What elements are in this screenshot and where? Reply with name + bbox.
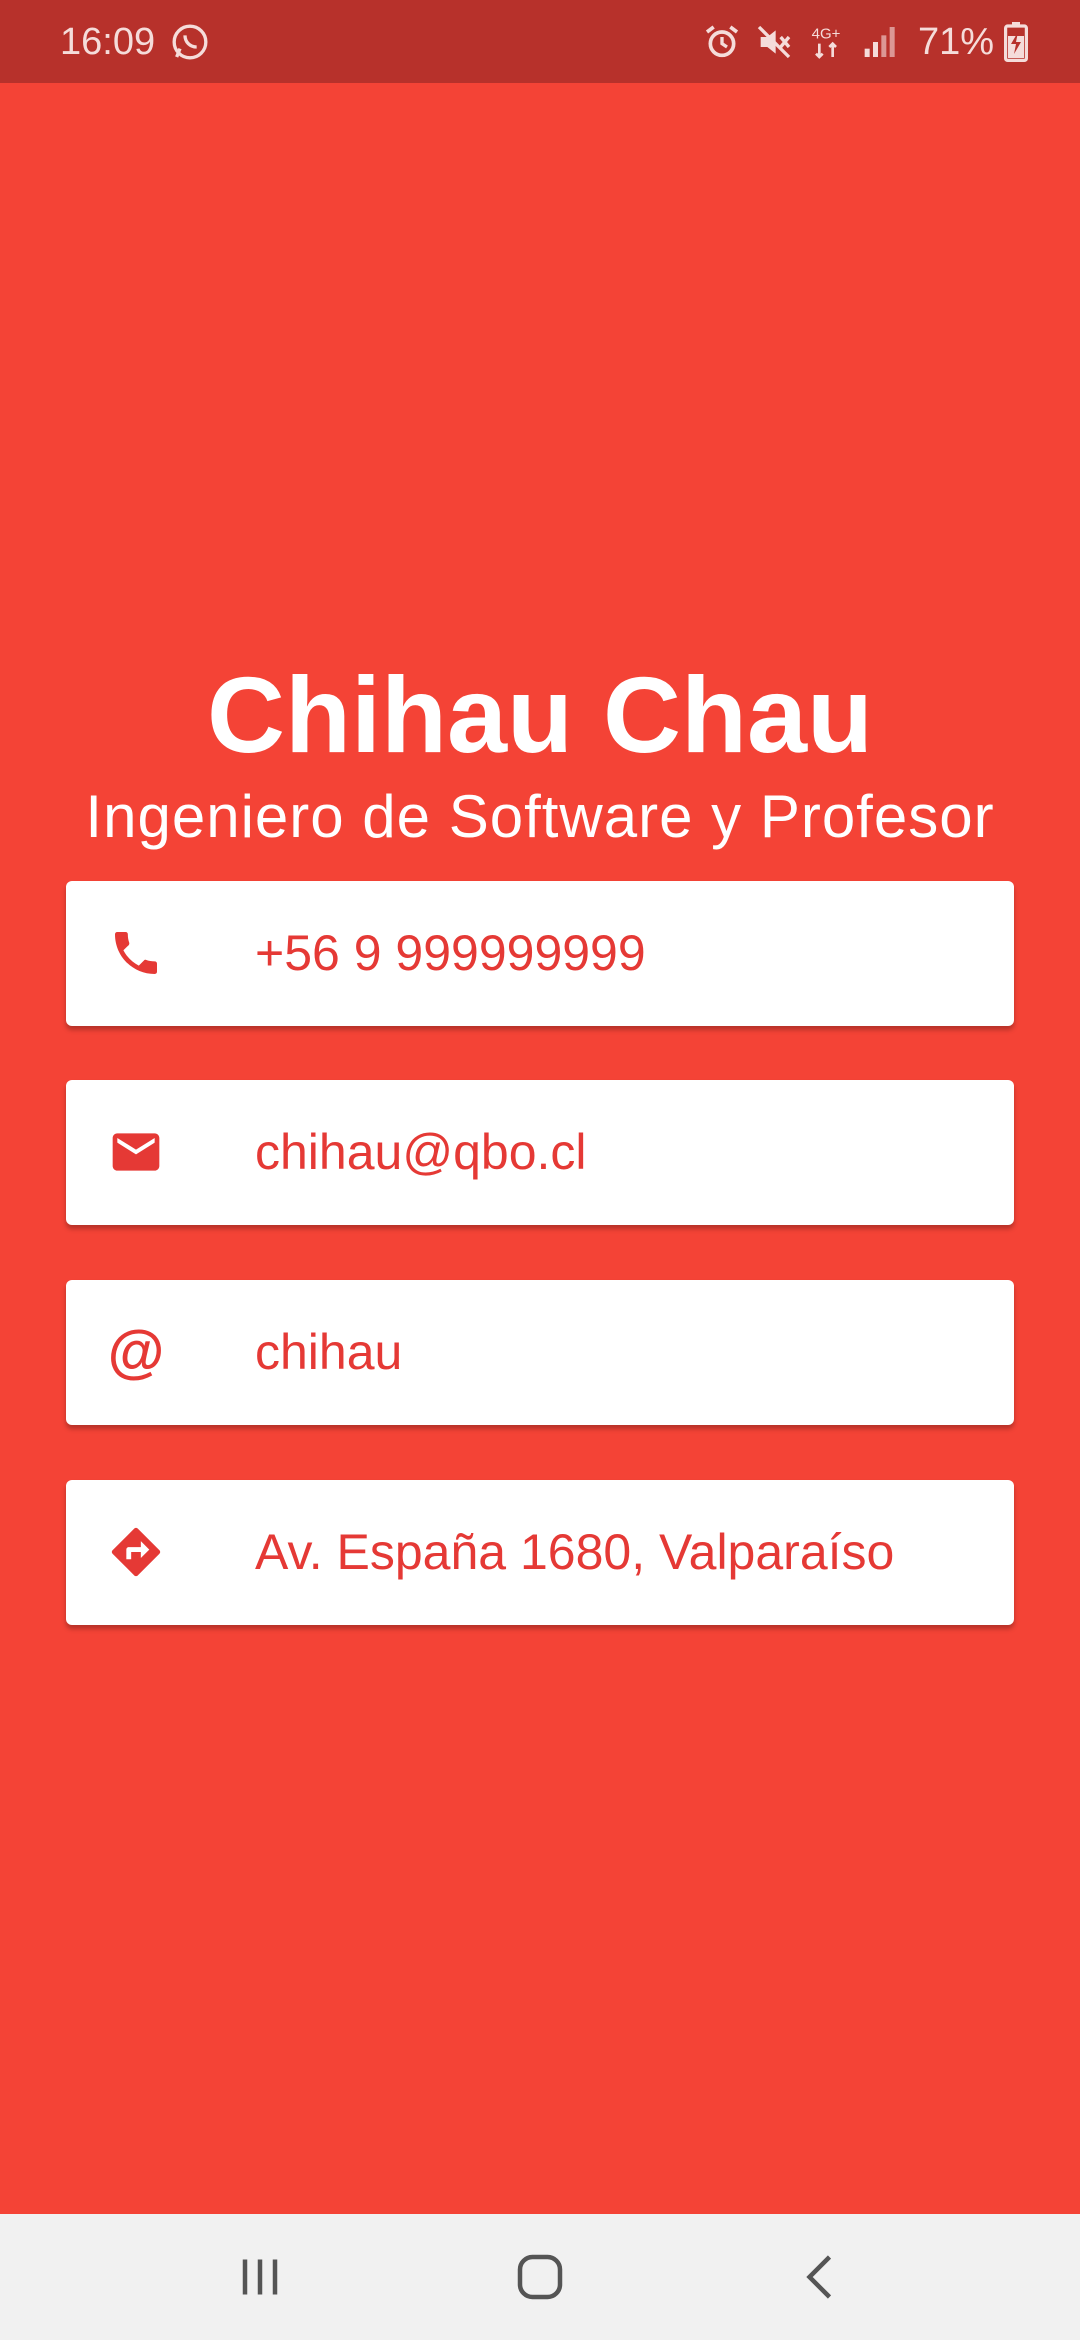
contact-card-address[interactable]: Av. España 1680, Valparaíso [66,1480,1014,1625]
back-icon[interactable] [792,2247,852,2307]
contact-username-text: chihau [255,1324,403,1380]
status-indicators: 4G+ 71% [690,16,1028,68]
profile-title: Ingeniero de Software y Profesor [85,783,995,850]
whatsapp-icon [172,24,208,60]
contact-address-text: Av. España 1680, Valparaíso [255,1524,895,1580]
email-icon [106,1122,166,1182]
phone-icon [106,923,166,983]
mute-icon [757,25,791,59]
network-icon: 4G+ [812,26,841,59]
contact-card-phone[interactable]: +56 9 999999999 [66,881,1014,1026]
contact-phone-text: +56 9 999999999 [255,925,646,981]
signal-icon [864,27,895,57]
status-time: 16:09 [60,21,156,63]
profile-name: Chihau Chau [207,654,873,775]
battery-charging-icon [1004,22,1028,62]
network-label: 4G+ [812,26,841,43]
home-icon[interactable] [510,2247,570,2307]
recent-apps-icon[interactable] [230,2247,290,2307]
contact-email-text: chihau@qbo.cl [255,1124,587,1180]
alarm-icon [705,25,739,58]
status-bar: 16:09 4G+ 71% [0,0,1080,83]
at-icon: @ [107,1319,165,1384]
contact-card-email[interactable]: chihau@qbo.cl [66,1080,1014,1225]
battery-percent: 71% [917,20,994,63]
contact-card-username[interactable]: @ chihau [66,1280,1014,1425]
directions-icon [106,1522,166,1582]
navigation-bar [0,2214,1080,2340]
